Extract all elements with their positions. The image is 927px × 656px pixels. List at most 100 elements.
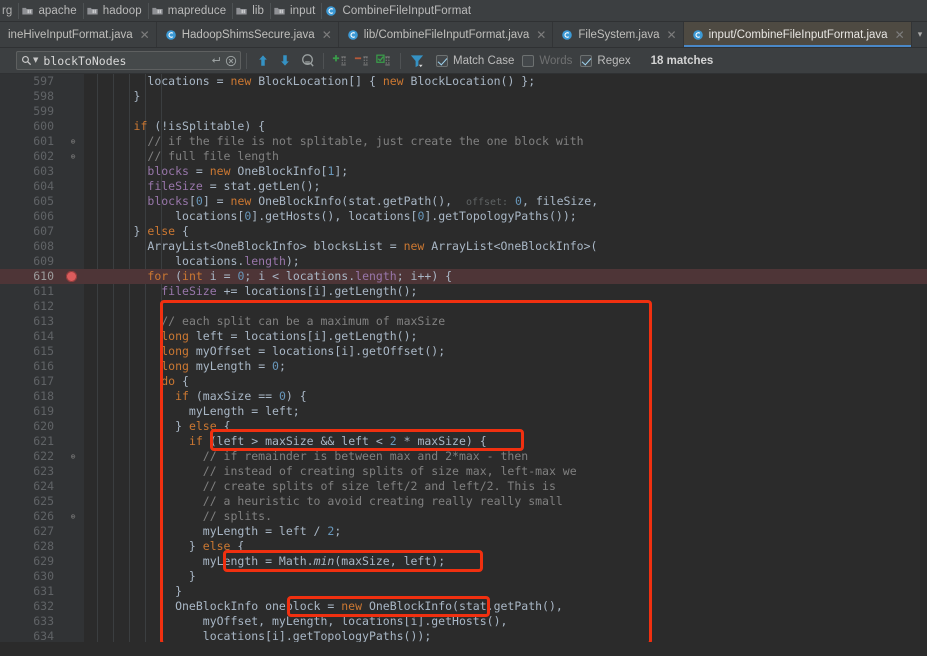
option-words[interactable]: Words [522,54,572,67]
fold-gutter[interactable] [62,209,84,224]
code-line[interactable]: 624 // create splits of size left/2 and … [0,479,927,494]
fold-gutter[interactable] [62,239,84,254]
fold-gutter[interactable] [62,389,84,404]
breadcrumb-item-apache[interactable]: apache [18,0,85,21]
code-line[interactable]: 619 myLength = left; [0,404,927,419]
code-line[interactable]: 613 // each split can be a maximum of ma… [0,314,927,329]
code-line[interactable]: 604 fileSize = stat.getLen(); [0,179,927,194]
fold-gutter[interactable]: ⊕ [62,449,84,464]
fold-gutter[interactable] [62,479,84,494]
code-line[interactable]: 617 do { [0,374,927,389]
tab-input-combinefileinputformat-java[interactable]: input/CombineFileInputFormat.java ✕ [683,22,912,47]
fold-gutter[interactable] [62,539,84,554]
fold-gutter[interactable] [62,299,84,314]
fold-gutter[interactable]: ⊕ [62,509,84,524]
fold-gutter[interactable]: ⊕ [62,149,84,164]
fold-gutter[interactable] [62,74,84,89]
option-match-case[interactable]: Match Case [436,54,514,67]
fold-gutter[interactable] [62,194,84,209]
code-line[interactable]: 612 [0,299,927,314]
code-line[interactable]: 599 [0,104,927,119]
fold-gutter[interactable] [62,524,84,539]
code-line[interactable]: 609 locations.length); [0,254,927,269]
code-line[interactable]: 627 myLength = left / 2; [0,524,927,539]
code-line[interactable]: 606 locations[0].getHosts(), locations[0… [0,209,927,224]
search-input[interactable]: ▼ blockToNodes [16,51,241,70]
code-line[interactable]: 625 // a heuristic to avoid creating rea… [0,494,927,509]
breadcrumb-item-rg[interactable]: rg [2,0,20,21]
fold-gutter[interactable] [62,434,84,449]
arrow-down-icon[interactable] [274,50,296,72]
code-line[interactable]: 615 long myOffset = locations[i].getOffs… [0,344,927,359]
fold-gutter[interactable] [62,224,84,239]
tab-filesystem-java[interactable]: FileSystem.java ✕ [553,22,684,47]
fold-gutter[interactable] [62,104,84,119]
code-line[interactable]: 608 ArrayList<OneBlockInfo> blocksList =… [0,239,927,254]
code-line[interactable]: 630 } [0,569,927,584]
minus-icon[interactable] [351,50,373,72]
fold-gutter[interactable] [62,599,84,614]
code-line[interactable]: 629 myLength = Math.min(maxSize, left); [0,554,927,569]
clear-icon[interactable] [225,55,237,67]
close-icon[interactable]: ✕ [667,29,677,41]
code-line[interactable]: 597 locations = new BlockLocation[] { ne… [0,74,927,89]
code-line[interactable]: 616 long myLength = 0; [0,359,927,374]
code-line[interactable]: 620 } else { [0,419,927,434]
code-line[interactable]: 632 OneBlockInfo oneblock = new OneBlock… [0,599,927,614]
tab-hadoopshimssecure-java[interactable]: HadoopShimsSecure.java ✕ [156,22,339,47]
fold-gutter[interactable] [62,344,84,359]
code-line[interactable]: 601 ⊕ // if the file is not splitable, ju… [0,134,927,149]
code-line[interactable]: 628 } else { [0,539,927,554]
fold-gutter[interactable] [62,164,84,179]
code-lines-container[interactable]: 597 locations = new BlockLocation[] { ne… [0,74,927,652]
fold-gutter[interactable]: ⊕ [62,134,84,149]
code-line[interactable]: 602 ⊕ // full file length [0,149,927,164]
fold-gutter[interactable] [62,494,84,509]
fold-gutter[interactable] [62,254,84,269]
breadcrumb-item-hadoop[interactable]: hadoop [83,0,149,21]
code-line[interactable]: 603 blocks = new OneBlockInfo[1]; [0,164,927,179]
code-line[interactable]: 631 } [0,584,927,599]
arrow-up-icon[interactable] [252,50,274,72]
checkbox-select-icon[interactable] [373,50,395,72]
fold-gutter[interactable] [62,329,84,344]
select-all-icon[interactable] [296,50,318,72]
tab-inehiveinputformat-java[interactable]: ineHiveInputFormat.java ✕ [0,22,157,47]
code-line[interactable]: 626 ⊕ // splits. [0,509,927,524]
fold-gutter[interactable] [62,359,84,374]
fold-gutter[interactable] [62,584,84,599]
close-icon[interactable]: ✕ [322,29,332,41]
code-line[interactable]: 621 if (left > maxSize && left < 2 * max… [0,434,927,449]
code-line[interactable]: 610 for (int i = 0; i < locations.length… [0,269,927,284]
fold-gutter[interactable] [62,569,84,584]
breadcrumb-item-combinefileinputformat[interactable]: CombineFileInputFormat [321,0,477,21]
fold-gutter[interactable] [62,554,84,569]
close-icon[interactable]: ✕ [895,29,905,41]
code-line[interactable]: 607 } else { [0,224,927,239]
fold-gutter[interactable] [62,179,84,194]
tab-lib-combinefileinputformat-java[interactable]: lib/CombineFileInputFormat.java ✕ [338,22,554,47]
code-line[interactable]: 623 // instead of creating splits of siz… [0,464,927,479]
fold-gutter[interactable] [62,284,84,299]
breadcrumb-item-lib[interactable]: lib [232,0,271,21]
checkbox-icon[interactable] [580,54,593,67]
code-editor[interactable]: 597 locations = new BlockLocation[] { ne… [0,74,927,652]
fold-gutter[interactable] [62,419,84,434]
breakpoint-marker[interactable] [66,271,77,282]
fold-gutter[interactable] [62,464,84,479]
code-line[interactable]: 622 ⊕ // if remainder is between max and … [0,449,927,464]
code-line[interactable]: 598 } [0,89,927,104]
fold-gutter[interactable] [62,404,84,419]
code-line[interactable]: 600 if (!isSplitable) { [0,119,927,134]
tab-overflow-button[interactable]: ▾ [913,22,927,47]
fold-gutter[interactable] [62,89,84,104]
multiline-icon[interactable] [210,55,222,66]
code-line[interactable]: 614 long left = locations[i].getLength()… [0,329,927,344]
chevron-down-icon[interactable]: ▼ [33,57,38,64]
option-regex[interactable]: Regex [580,54,631,67]
close-icon[interactable]: ✕ [140,29,150,41]
checkbox-icon[interactable] [522,54,535,67]
plus-icon[interactable] [329,50,351,72]
code-line[interactable]: 611 fileSize += locations[i].getLength()… [0,284,927,299]
fold-gutter[interactable] [62,614,84,629]
